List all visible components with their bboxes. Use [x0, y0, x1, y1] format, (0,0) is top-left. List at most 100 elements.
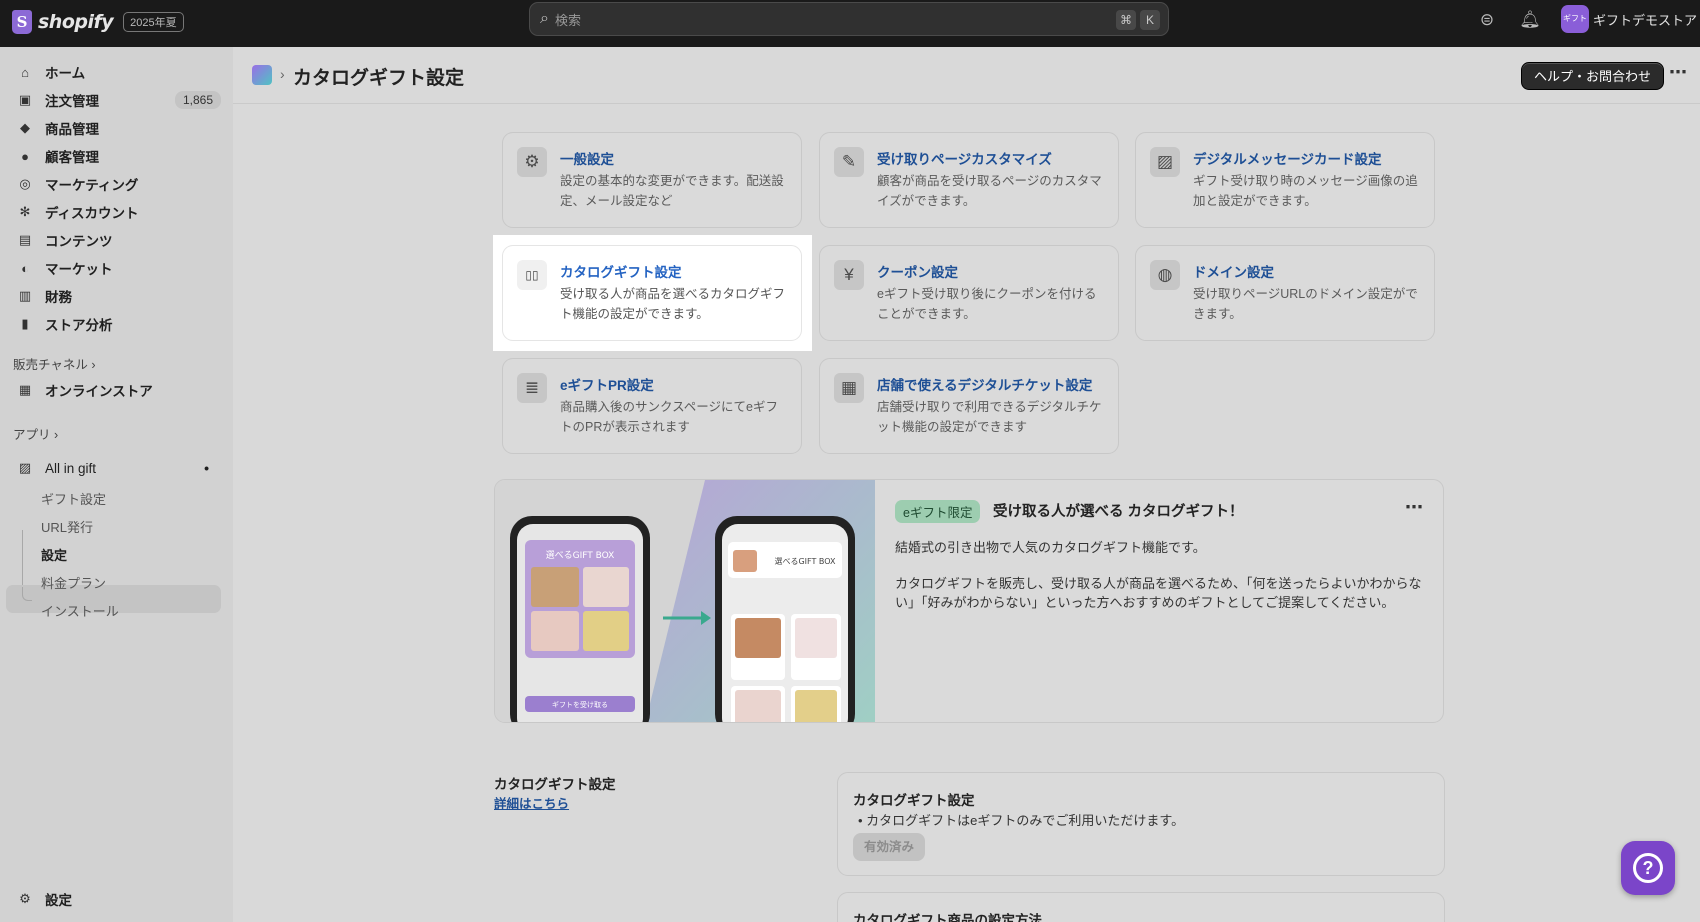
sidebar-item-label: 注文管理: [45, 94, 99, 109]
shopify-bag-icon: S: [12, 10, 32, 34]
inbox-icon[interactable]: ⊜: [1475, 10, 1499, 30]
box-bullet: • カタログギフトはeギフトのみでご利用いただけます。: [858, 813, 1185, 828]
sidebar-item-label: コンテンツ: [45, 234, 113, 249]
enabled-button[interactable]: 有効済み: [853, 833, 926, 861]
page-header: › カタログギフト設定 ヘルプ・お問合わせ ⋯: [233, 47, 1700, 104]
sidebar-item-label: 商品管理: [45, 122, 99, 137]
catalog-gift-product-setup-box: カタログギフト商品の設定方法: [837, 892, 1445, 922]
card-title[interactable]: デジタルメッセージカード設定: [1193, 148, 1381, 168]
card-title[interactable]: クーポン設定: [877, 261, 958, 281]
sidebar: ⌂ ホーム ▣ 注文管理 1,865 ◆ 商品管理 ● 顧客管理 ◎ マーケティ…: [0, 47, 233, 922]
sidebar-subitem-install[interactable]: インストール: [41, 601, 119, 620]
home-icon: ⌂: [21, 64, 29, 80]
card-description: 受け取る人が商品を選べるカタログギフト機能の設定ができます。: [560, 287, 786, 321]
apps-heading[interactable]: アプリ ›: [13, 424, 58, 443]
card-title[interactable]: 一般設定: [560, 148, 614, 168]
card-description: ギフト受け取り時のメッセージ画像の追加と設定ができます。: [1193, 174, 1418, 208]
orders-icon: ▣: [18, 92, 32, 107]
more-actions-icon[interactable]: ⋯: [1669, 62, 1687, 83]
promo-illustration: 選べるGIFT BOX ギフトを受け取る 選べるGIFT BOX: [495, 480, 875, 722]
help-chat-button[interactable]: ?: [1621, 841, 1675, 895]
pin-dot: •: [204, 460, 209, 476]
egift-only-badge: eギフト限定: [895, 500, 981, 523]
card-title[interactable]: ドメイン設定: [1193, 261, 1274, 281]
search-bar[interactable]: ⌕ 検索 ⌘ K: [529, 2, 1169, 36]
help-button[interactable]: ヘルプ・お問合わせ: [1521, 62, 1665, 90]
tree-hook: [22, 587, 32, 601]
app-icon: ▨: [18, 460, 32, 475]
bank-icon: ▥: [18, 288, 32, 303]
question-icon: ?: [1633, 853, 1663, 883]
sidebar-item-all-in-gift[interactable]: ▨ All in gift •: [6, 455, 221, 481]
sidebar-subitem-settings[interactable]: 設定: [41, 545, 67, 564]
sidebar-item-label: 設定: [45, 893, 72, 908]
card-title[interactable]: 店舗で使えるデジタルチケット設定: [877, 374, 1092, 394]
card-description: 店舗受け取りで利用できるデジタルチケット機能の設定ができます: [877, 400, 1102, 434]
search-placeholder: 検索: [554, 12, 581, 28]
command-key: ⌘: [1116, 10, 1136, 30]
sidebar-item-finance[interactable]: ▥ 財務: [6, 283, 221, 309]
globe-icon: ◐: [21, 260, 29, 276]
sidebar-item-analytics[interactable]: ▮ ストア分析: [6, 311, 221, 337]
card-general-settings[interactable]: ⚙ 一般設定 設定の基本的な変更ができます。配送設定、メール設定など: [502, 132, 802, 228]
sidebar-item-home[interactable]: ⌂ ホーム: [6, 59, 221, 85]
app-logo-icon[interactable]: [252, 65, 272, 85]
store-icon: ▦: [18, 382, 32, 397]
card-title[interactable]: 受け取りページカスタマイズ: [877, 148, 1052, 168]
sidebar-item-content[interactable]: ▤ コンテンツ: [6, 227, 221, 253]
sidebar-item-discounts[interactable]: ✻ ディスカウント: [6, 199, 221, 225]
sidebar-item-customers[interactable]: ● 顧客管理: [6, 143, 221, 169]
card-receive-page-customize[interactable]: ✎ 受け取りページカスタマイズ 顧客が商品を受け取るページのカスタマイズができま…: [819, 132, 1119, 228]
promo-line-2: カタログギフトを販売し、受け取る人が商品を選べるため、「何を送ったらよいかわから…: [895, 576, 1422, 610]
sidebar-item-label: All in gift: [45, 460, 97, 476]
sidebar-item-markets[interactable]: ◐ マーケット: [6, 255, 221, 281]
card-digital-message-card[interactable]: ▨ デジタルメッセージカード設定 ギフト受け取り時のメッセージ画像の追加と設定が…: [1135, 132, 1435, 228]
card-title[interactable]: eギフトPR設定: [560, 374, 654, 394]
phones-illustration: 選べるGIFT BOX ギフトを受け取る 選べるGIFT BOX: [495, 480, 875, 722]
sidebar-item-label: マーケット: [45, 262, 113, 277]
coupon-icon: ¥: [834, 260, 864, 290]
target-icon: ◎: [19, 176, 31, 191]
card-description: eギフト受け取り後にクーポンを付けることができます。: [877, 287, 1097, 321]
bell-icon[interactable]: 🔔︎: [1518, 10, 1542, 30]
sidebar-item-marketing[interactable]: ◎ マーケティング: [6, 171, 221, 197]
top-bar: S shopify 2025年夏 ⌕ 検索 ⌘ K ⊜ 🔔︎ ギフトデモ ギフト…: [0, 0, 1700, 47]
image-icon: ▨: [1150, 147, 1180, 177]
promo-more-icon[interactable]: ⋯: [1405, 497, 1423, 518]
sidebar-item-online-store[interactable]: ▦ オンラインストア: [6, 377, 221, 403]
sidebar-item-products[interactable]: ◆ 商品管理: [6, 115, 221, 141]
box-bullet-text: カタログギフトはeギフトのみでご利用いただけます。: [866, 813, 1185, 828]
card-description: 設定の基本的な変更ができます。配送設定、メール設定など: [560, 174, 784, 208]
sales-channels-heading[interactable]: 販売チャネル ›: [13, 354, 96, 373]
chart-icon: ▮: [21, 316, 29, 331]
sidebar-subitem-pricing[interactable]: 料金プラン: [41, 573, 106, 592]
card-digital-ticket[interactable]: ▦ 店舗で使えるデジタルチケット設定 店舗受け取りで利用できるデジタルチケット機…: [819, 358, 1119, 454]
store-avatar[interactable]: ギフトデモ: [1561, 5, 1589, 33]
phone1-header: 選べるGIFT BOX: [546, 550, 615, 561]
card-title[interactable]: カタログギフト設定: [560, 261, 682, 281]
details-link[interactable]: 詳細はこちら: [494, 793, 569, 812]
tag-icon: ◆: [20, 120, 30, 135]
sidebar-item-label: 財務: [45, 290, 72, 305]
card-description: 商品購入後のサンクスページにてeギフトのPRが表示されます: [560, 400, 778, 434]
card-egift-pr[interactable]: ≣ eギフトPR設定 商品購入後のサンクスページにてeギフトのPRが表示されます: [502, 358, 802, 454]
gear-icon: ⚙: [19, 891, 31, 906]
sidebar-item-orders[interactable]: ▣ 注文管理 1,865: [6, 87, 221, 113]
logo-wordmark: shopify: [38, 11, 114, 33]
k-key: K: [1140, 10, 1160, 30]
catalog-gift-settings-box: カタログギフト設定 • カタログギフトはeギフトのみでご利用いただけます。 有効…: [837, 772, 1445, 876]
box-title: カタログギフト設定: [853, 793, 975, 808]
sidebar-subitem-url[interactable]: URL発行: [41, 517, 93, 536]
sidebar-item-settings[interactable]: ⚙ 設定: [6, 886, 221, 912]
promo-line-1: 結婚式の引き出物で人気のカタログギフト機能です。: [895, 540, 1206, 555]
section-title: カタログギフト設定: [494, 777, 616, 792]
card-catalog-gift[interactable]: ▯▯ カタログギフト設定 受け取る人が商品を選べるカタログギフト機能の設定ができ…: [502, 245, 802, 341]
card-domain[interactable]: ◍ ドメイン設定 受け取りページURLのドメイン設定ができます。: [1135, 245, 1435, 341]
book-icon: ▯▯: [517, 260, 547, 290]
phone1-button: ギフトを受け取る: [552, 700, 608, 709]
sidebar-subitem-gift-settings[interactable]: ギフト設定: [41, 489, 106, 508]
shopify-logo[interactable]: S shopify 2025年夏: [12, 10, 184, 34]
promo-title: 受け取る人が選べる カタログギフト！: [993, 504, 1244, 520]
card-coupon[interactable]: ¥ クーポン設定 eギフト受け取り後にクーポンを付けることができます。: [819, 245, 1119, 341]
store-name[interactable]: ギフトデモストア: [1593, 10, 1697, 29]
